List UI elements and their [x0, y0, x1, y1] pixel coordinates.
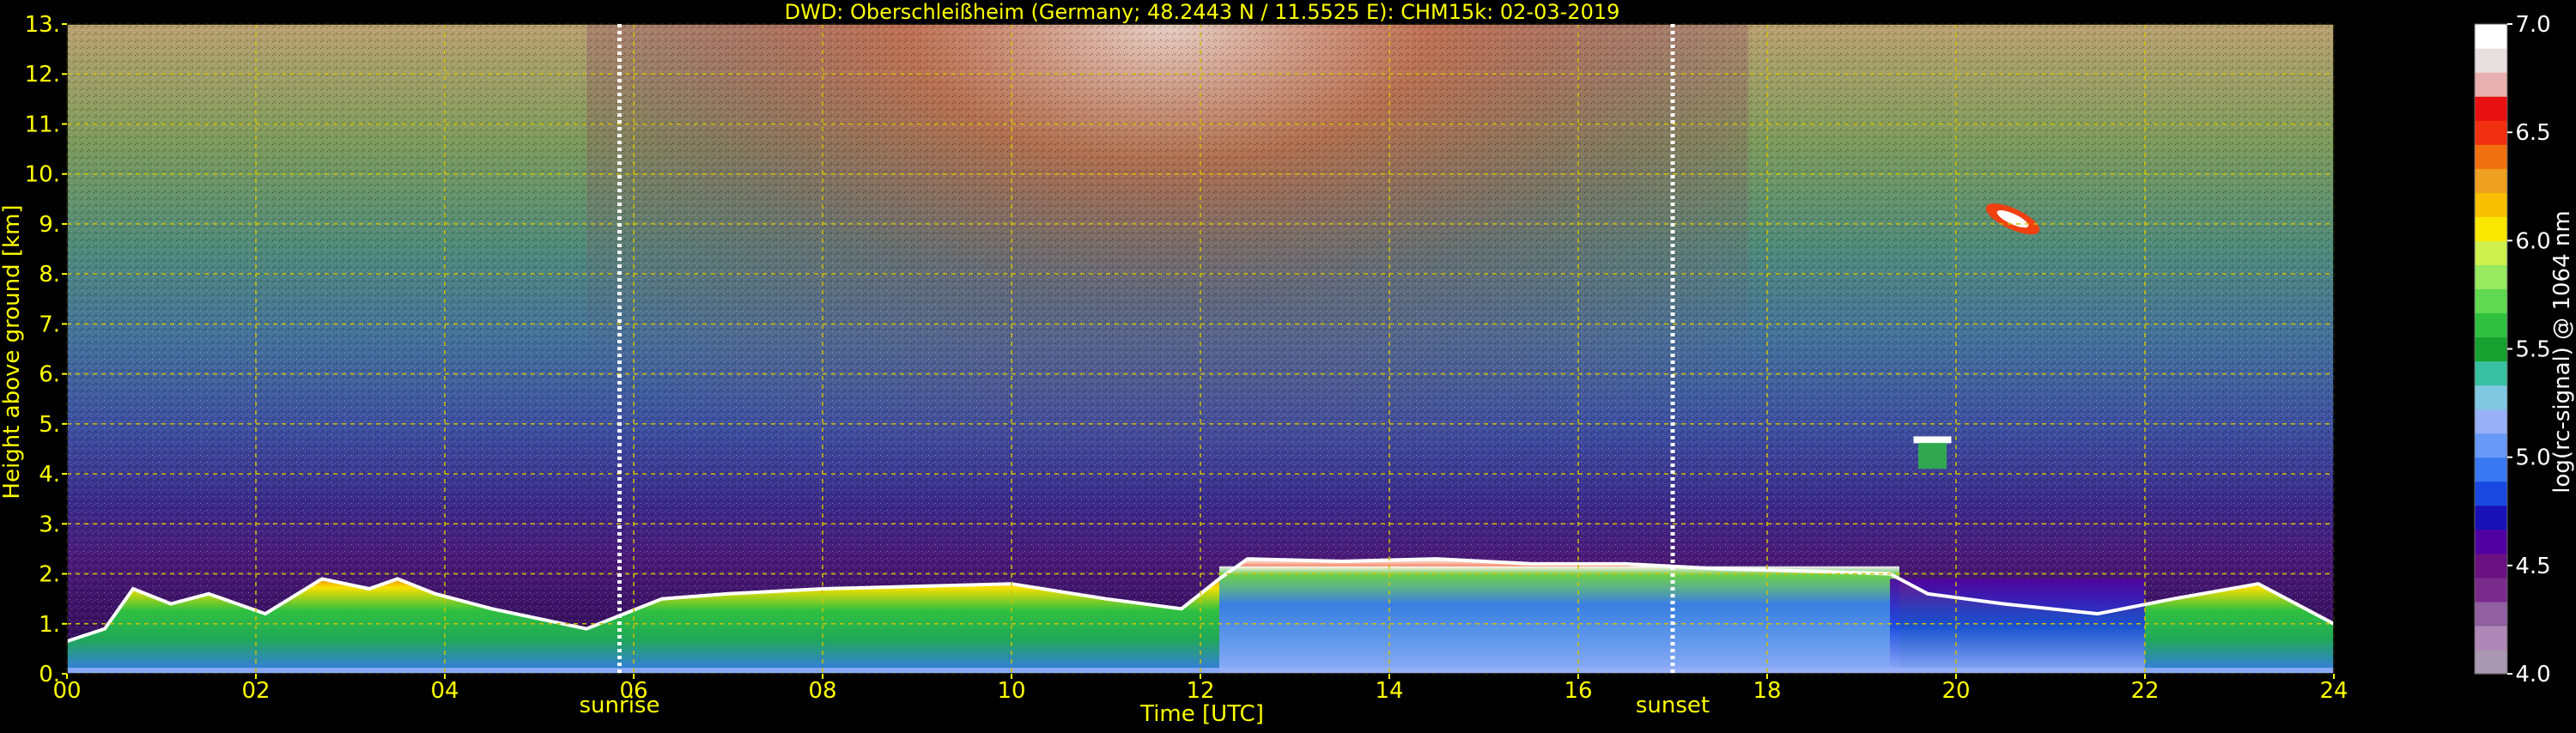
x-tick-label: 06	[619, 678, 647, 704]
colorbar-segment	[2475, 385, 2507, 410]
colorbar-tick-label: 6.0	[2515, 228, 2550, 254]
y-tick-label: 10.	[25, 162, 60, 188]
colorbar-tick-label: 4.0	[2515, 662, 2550, 688]
colorbar-segment	[2475, 360, 2507, 386]
x-axis-label: Time [UTC]	[1139, 701, 1264, 727]
chart-title: DWD: Oberschleißheim (Germany; 48.2443 N…	[785, 0, 1620, 24]
colorbar-tick-label: 4.5	[2515, 554, 2550, 579]
colorbar-label: log(rc-signal) @ 1064 nm	[2549, 210, 2575, 493]
x-tick-label: 04	[430, 678, 459, 704]
x-tick-label: 20	[1941, 678, 1970, 704]
y-tick-label: 0.	[39, 662, 60, 688]
x-tick-label: 02	[241, 678, 270, 704]
colorbar-segment	[2475, 120, 2507, 145]
colorbar-segment	[2475, 601, 2507, 627]
y-tick-label: 9.	[39, 212, 60, 238]
colorbar-segment	[2475, 288, 2507, 314]
midlevel-cloud-base	[1918, 442, 1947, 469]
colorbar-segment	[2475, 168, 2507, 193]
y-tick-label: 2.	[39, 562, 60, 588]
colorbar-segment	[2475, 336, 2507, 362]
x-tick-label: 22	[2130, 678, 2159, 704]
colorbar-segment	[2475, 553, 2507, 579]
y-tick-label: 8.	[39, 262, 60, 288]
colorbar-tick-label: 7.0	[2515, 12, 2550, 38]
x-tick-label: 10	[997, 678, 1025, 704]
colorbar-segment	[2475, 433, 2507, 458]
y-tick-label: 1.	[39, 612, 60, 638]
ceilometer-plot: sunrise sunset 00 02 04 06 08 10 12 14 16 18 20 22 24…	[0, 0, 2576, 730]
colorbar-segment	[2475, 48, 2507, 73]
x-tick-label: 16	[1564, 678, 1592, 704]
colorbar-tick-label: 5.5	[2515, 337, 2550, 363]
colorbar-segment	[2475, 240, 2507, 265]
colorbar-segment	[2475, 144, 2507, 169]
residual-layer	[1219, 566, 1899, 674]
midlevel-cloud	[1913, 436, 1952, 444]
x-tick-label: 14	[1375, 678, 1403, 704]
colorbar-segment	[2475, 649, 2507, 675]
sunset-label: sunset	[1636, 693, 1710, 718]
colorbar-segment	[2475, 72, 2507, 97]
y-tick-label: 3.	[39, 512, 60, 537]
colorbar-segment	[2475, 625, 2507, 651]
colorbar-segment	[2475, 457, 2507, 482]
backscatter-chart: sunrise sunset 00 02 04 06 08 10 12 14 16 18 20 22 24…	[0, 0, 2575, 727]
colorbar-segment	[2475, 409, 2507, 434]
colorbar-segment	[2475, 216, 2507, 241]
y-tick-label: 5.	[39, 412, 60, 438]
y-tick-label: 12.	[25, 62, 60, 88]
x-tick-label: 18	[1753, 678, 1781, 704]
colorbar-segment	[2475, 505, 2507, 530]
colorbar-segment	[2475, 96, 2507, 121]
colorbar-segment	[2475, 529, 2507, 554]
y-axis-label: Height above ground [km]	[0, 204, 25, 499]
y-tick-label: 7.	[39, 312, 60, 337]
x-tick-label: 12	[1186, 678, 1214, 704]
colorbar-segment	[2475, 481, 2507, 506]
y-tick-label: 13.	[25, 12, 60, 38]
colorbar-segment	[2475, 312, 2507, 338]
colorbar-tick-label: 6.5	[2515, 120, 2550, 146]
y-tick-label: 6.	[39, 362, 60, 388]
x-tick-label: 08	[808, 678, 836, 704]
y-tick-label: 4.	[39, 462, 60, 488]
x-tick-label: 24	[2319, 678, 2348, 704]
colorbar-segment	[2475, 577, 2507, 603]
colorbar-segment	[2475, 24, 2507, 49]
colorbar-segment	[2475, 264, 2507, 290]
colorbar-segment	[2475, 192, 2507, 217]
colorbar-tick-label: 5.0	[2515, 445, 2550, 471]
colorbar: 4.0 4.5 5.0 5.5 6.0 6.5 7.0	[2474, 12, 2551, 688]
y-tick-label: 11.	[25, 112, 60, 137]
